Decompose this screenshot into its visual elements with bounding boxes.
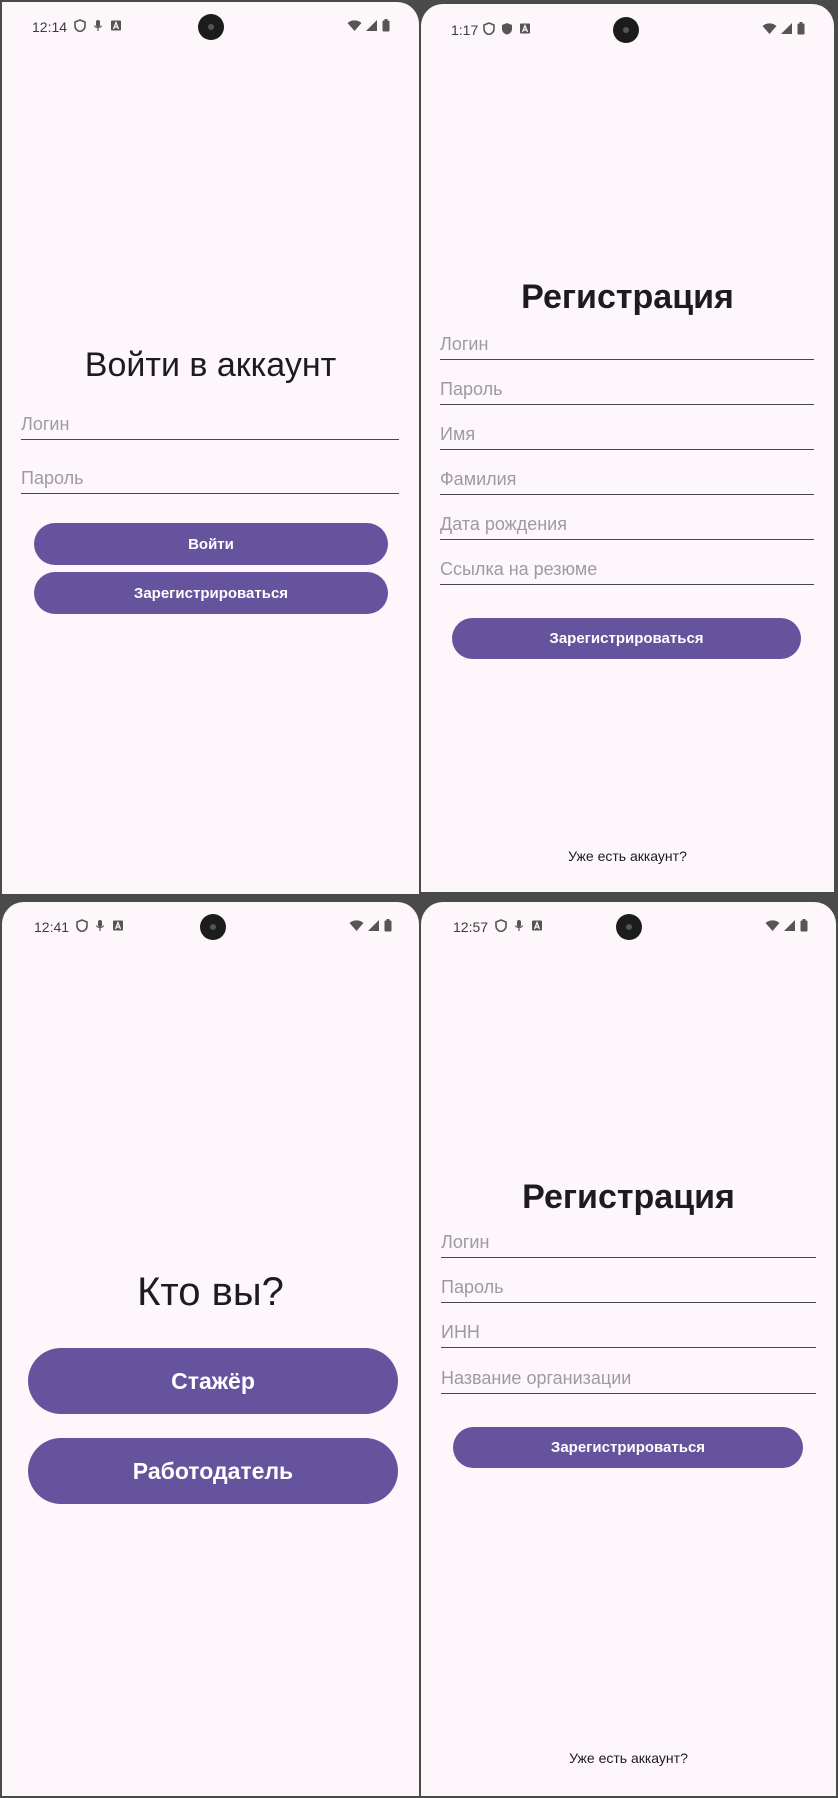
screenshot-grid: 12:14 Войти в аккаунт Логин Пароль Войти…	[0, 0, 838, 1798]
status-right-icons	[347, 19, 390, 32]
login-field[interactable]: Логин	[21, 414, 399, 440]
wifi-icon	[349, 920, 364, 931]
status-left-icons	[483, 22, 531, 35]
shield-icon	[495, 919, 507, 932]
wifi-icon	[762, 23, 777, 34]
camera-cutout	[613, 17, 639, 43]
page-title: Регистрация	[521, 278, 734, 316]
password-field[interactable]: Пароль	[440, 379, 814, 405]
font-icon	[520, 23, 530, 34]
status-left-icons	[495, 919, 543, 932]
intern-registration-screen: 1:17 Регистрация Логин Пароль Имя Фамили…	[421, 4, 834, 892]
camera-cutout	[198, 14, 224, 40]
password-field[interactable]: Пароль	[21, 468, 399, 494]
resume-link-field[interactable]: Ссылка на резюме	[440, 559, 814, 585]
status-right-icons	[762, 22, 805, 35]
password-field[interactable]: Пароль	[441, 1277, 816, 1303]
signal-icon	[366, 20, 377, 31]
play-shield-icon	[502, 23, 512, 35]
status-bar: 1:17	[421, 4, 834, 54]
signal-icon	[781, 23, 792, 34]
inn-field[interactable]: ИНН	[441, 1322, 816, 1348]
mic-icon	[514, 920, 524, 931]
font-icon	[532, 920, 542, 931]
font-icon	[113, 920, 123, 931]
status-time: 1:17	[451, 22, 479, 38]
status-bar: 12:14	[2, 2, 419, 52]
status-bar: 12:57	[421, 902, 836, 952]
organization-name-field[interactable]: Название организации	[441, 1368, 816, 1394]
page-title: Кто вы?	[137, 1270, 284, 1314]
first-name-field[interactable]: Имя	[440, 424, 814, 450]
mic-icon	[93, 20, 103, 31]
status-left-icons	[76, 919, 124, 932]
status-right-icons	[765, 919, 808, 932]
font-icon	[111, 20, 121, 31]
battery-icon	[382, 19, 390, 32]
mic-icon	[95, 920, 105, 931]
role-select-screen: 12:41 Кто вы? Стажёр Работодатель	[2, 902, 419, 1796]
employer-registration-screen: 12:57 Регистрация Логин Пароль ИНН Назва…	[421, 902, 836, 1796]
have-account-link[interactable]: Уже есть аккаунт?	[421, 848, 834, 864]
wifi-icon	[347, 20, 362, 31]
login-screen: 12:14 Войти в аккаунт Логин Пароль Войти…	[2, 2, 419, 894]
page-title: Войти в аккаунт	[84, 346, 337, 384]
employer-button[interactable]: Работодатель	[28, 1438, 398, 1504]
register-button[interactable]: Зарегистрироваться	[453, 1427, 803, 1468]
shield-icon	[74, 19, 86, 32]
battery-icon	[800, 919, 808, 932]
shield-icon	[76, 919, 88, 932]
intern-button[interactable]: Стажёр	[28, 1348, 398, 1414]
battery-icon	[384, 919, 392, 932]
page-title: Регистрация	[522, 1178, 735, 1216]
wifi-icon	[765, 920, 780, 931]
status-right-icons	[349, 919, 392, 932]
status-time: 12:57	[453, 919, 489, 935]
status-left-icons	[74, 19, 122, 32]
register-button[interactable]: Зарегистрироваться	[452, 618, 801, 659]
last-name-field[interactable]: Фамилия	[440, 469, 814, 495]
camera-cutout	[616, 914, 642, 940]
birth-date-field[interactable]: Дата рождения	[440, 514, 814, 540]
camera-cutout	[200, 914, 226, 940]
login-button[interactable]: Войти	[34, 523, 388, 565]
login-field[interactable]: Логин	[440, 334, 814, 360]
shield-icon	[483, 22, 495, 35]
status-bar: 12:41	[2, 902, 419, 952]
signal-icon	[368, 920, 379, 931]
status-time: 12:14	[32, 19, 68, 35]
status-time: 12:41	[34, 919, 70, 935]
login-field[interactable]: Логин	[441, 1232, 816, 1258]
have-account-link[interactable]: Уже есть аккаунт?	[421, 1750, 836, 1766]
signal-icon	[784, 920, 795, 931]
register-button[interactable]: Зарегистрироваться	[34, 572, 388, 614]
battery-icon	[797, 22, 805, 35]
